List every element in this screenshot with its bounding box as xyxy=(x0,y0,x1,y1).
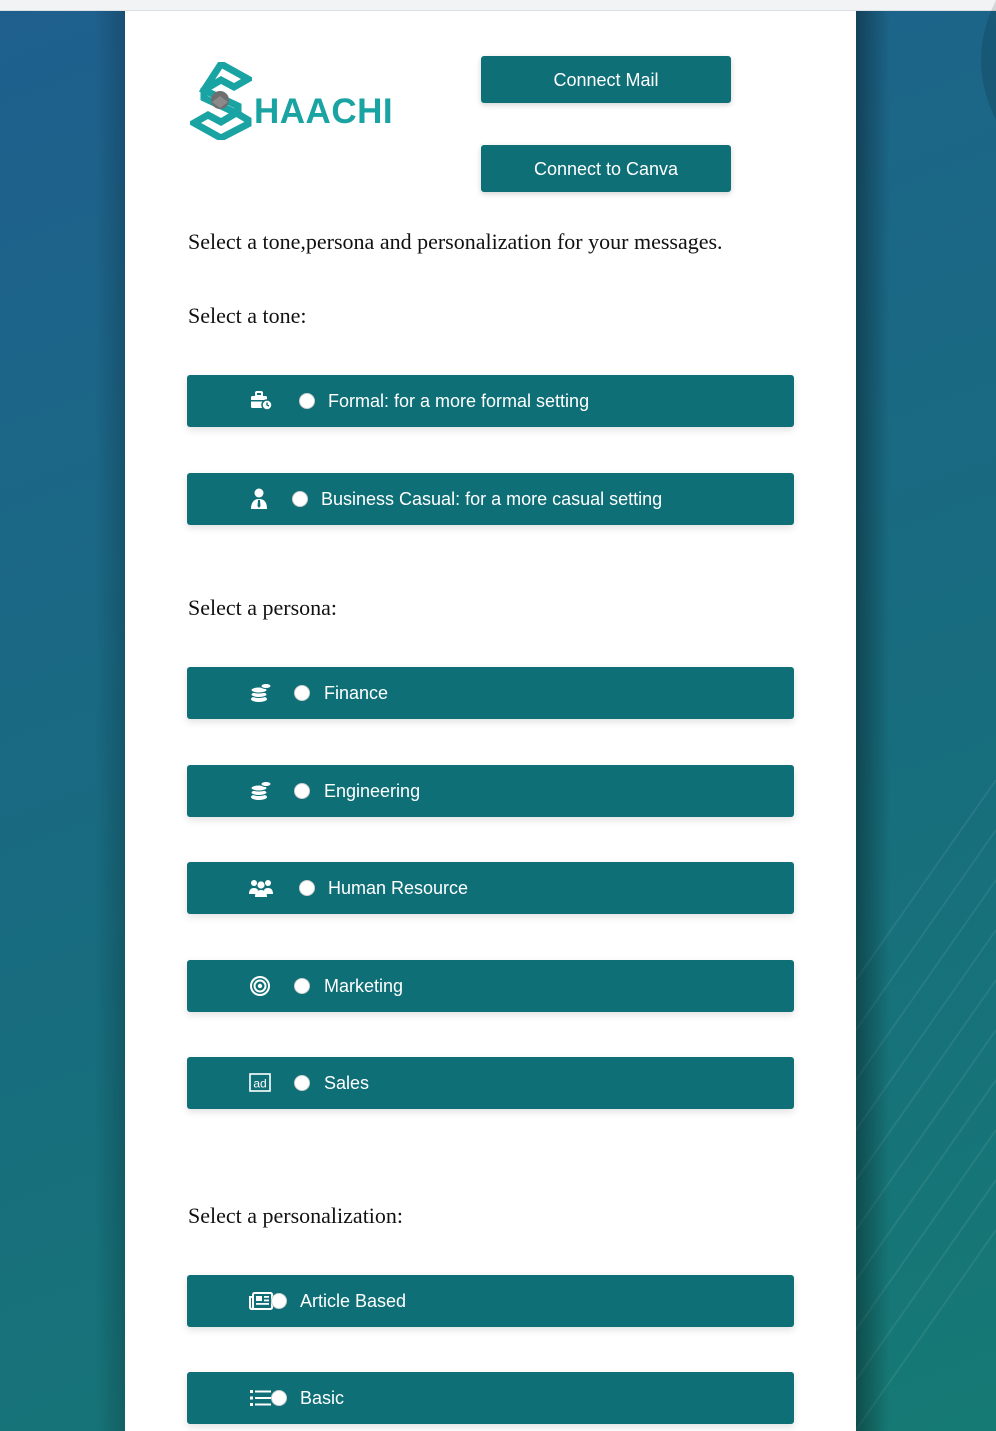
logo-s-mark-icon xyxy=(190,62,252,140)
persona-sales-label: Sales xyxy=(324,1073,370,1093)
briefcase-clock-icon xyxy=(251,391,273,411)
tone-formal-label: Formal: for a more formal setting xyxy=(328,391,590,411)
users-icon xyxy=(249,880,273,897)
tone-formal-radio[interactable] xyxy=(299,393,315,409)
personalization-article-based-radio[interactable] xyxy=(271,1293,287,1309)
persona-finance-radio[interactable] xyxy=(294,685,310,701)
personalization-basic-label: Basic xyxy=(300,1388,345,1408)
personalization-basic-radio[interactable] xyxy=(271,1390,287,1406)
persona-marketing-label: Marketing xyxy=(324,976,404,996)
tone-option-business-casual[interactable]: Business Casual: for a more casual setti… xyxy=(187,473,794,525)
persona-human-resource-radio[interactable] xyxy=(299,880,315,896)
coins-icon xyxy=(250,683,272,702)
persona-option-engineering[interactable]: Engineering xyxy=(187,765,794,817)
intro-text: Select a tone,persona and personalizatio… xyxy=(188,229,723,254)
persona-option-finance[interactable]: Finance xyxy=(187,667,794,719)
persona-finance-label: Finance xyxy=(324,683,389,703)
personalization-article-based-label: Article Based xyxy=(300,1291,407,1311)
connect-canva-button[interactable]: Connect to Canva xyxy=(481,145,731,192)
persona-marketing-radio[interactable] xyxy=(294,978,310,994)
user-tie-icon xyxy=(251,488,267,509)
persona-engineering-label: Engineering xyxy=(324,781,421,801)
logo-text: HAACHI xyxy=(254,92,394,131)
personalization-section-label: Select a personalization: xyxy=(188,1203,404,1228)
personalization-option-basic[interactable]: Basic xyxy=(187,1372,794,1424)
coins-icon xyxy=(250,781,272,800)
personalization-option-article-based[interactable]: Article Based xyxy=(187,1275,794,1327)
tone-business-casual-radio[interactable] xyxy=(292,491,308,507)
tone-option-formal[interactable]: Formal: for a more formal setting xyxy=(187,375,794,427)
tone-business-casual-label: Business Casual: for a more casual setti… xyxy=(321,489,663,509)
persona-engineering-radio[interactable] xyxy=(294,783,310,799)
panel-shadow-right xyxy=(856,11,890,1431)
tone-section-label: Select a tone: xyxy=(188,303,307,328)
persona-sales-radio[interactable] xyxy=(294,1075,310,1091)
persona-option-human-resource[interactable]: Human Resource xyxy=(187,862,794,914)
persona-option-sales[interactable]: ad Sales xyxy=(187,1057,794,1109)
list-icon xyxy=(250,1390,271,1406)
panel-shadow-left xyxy=(95,11,125,1431)
persona-section-label: Select a persona: xyxy=(188,595,338,620)
newspaper-icon xyxy=(249,1292,273,1310)
target-icon xyxy=(250,976,270,996)
connect-mail-button[interactable]: Connect Mail xyxy=(481,56,731,103)
persona-human-resource-label: Human Resource xyxy=(328,878,469,898)
browser-top-strip xyxy=(0,0,996,11)
svg-text:ad: ad xyxy=(253,1077,266,1091)
persona-option-marketing[interactable]: Marketing xyxy=(187,960,794,1012)
ad-icon: ad xyxy=(249,1073,271,1092)
shaachi-logo: HAACHI xyxy=(190,62,400,142)
